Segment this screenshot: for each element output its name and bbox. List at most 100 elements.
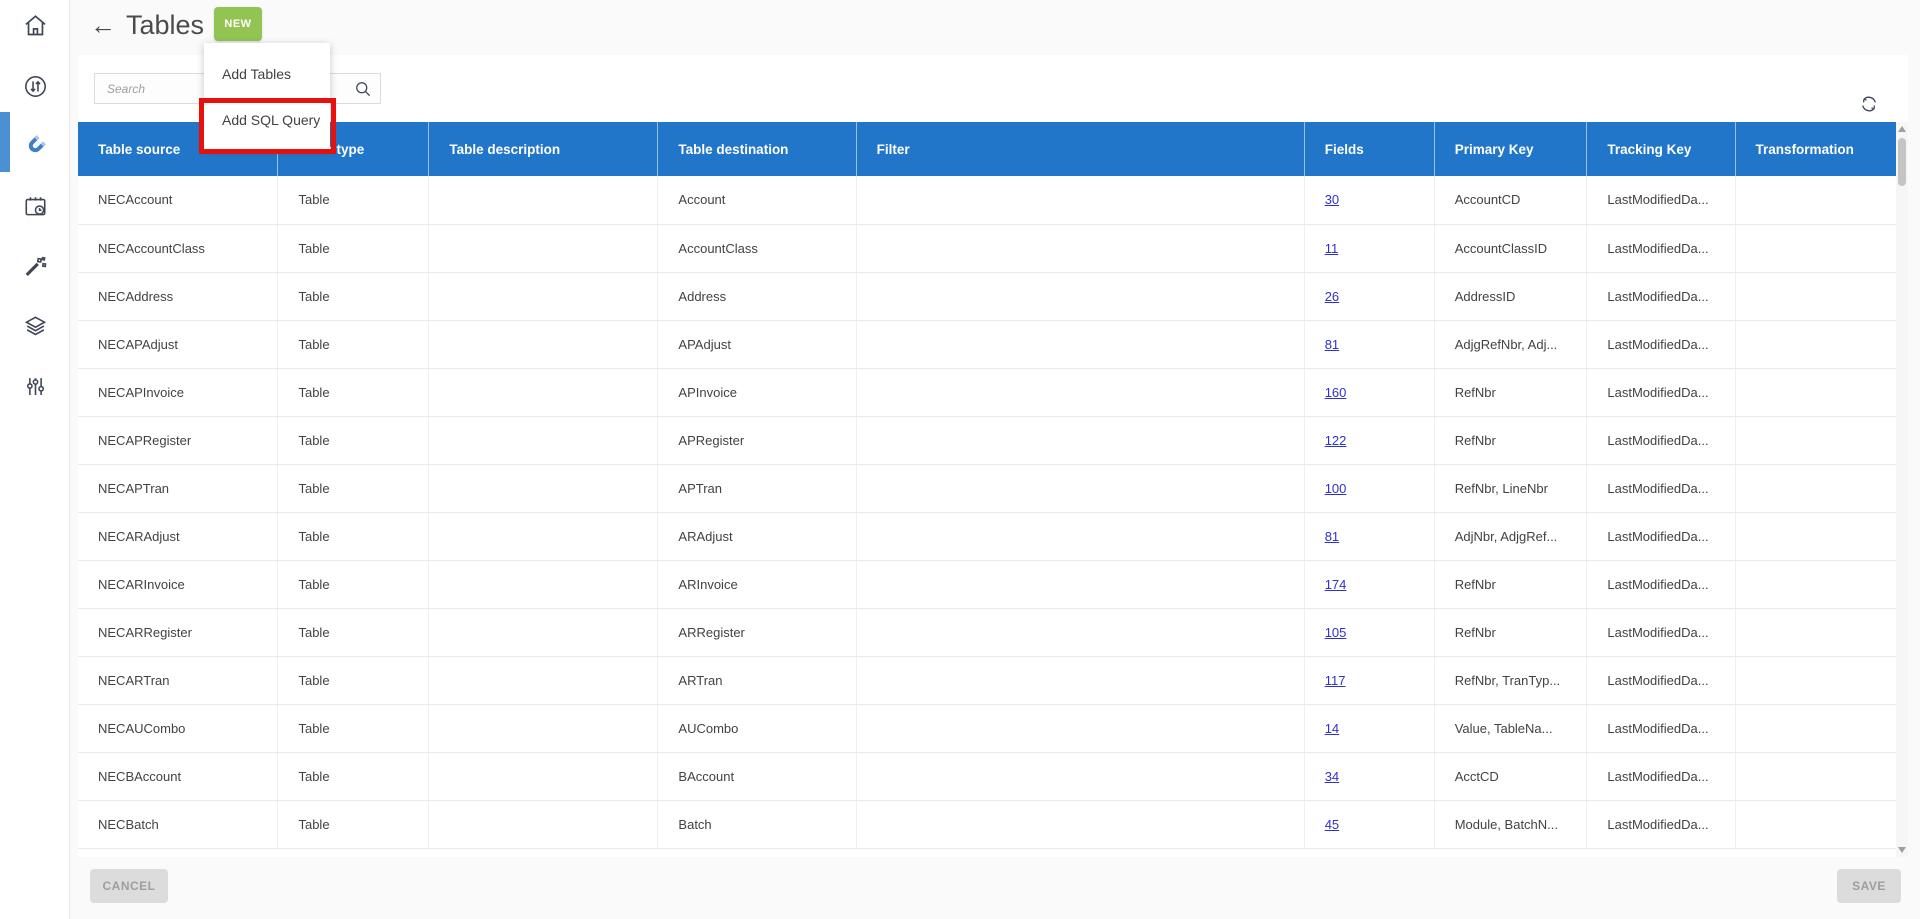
cell-transformation xyxy=(1735,752,1896,800)
refresh-icon xyxy=(1858,93,1880,115)
sidebar-item-schedule[interactable] xyxy=(0,181,70,231)
cell-fields: 117 xyxy=(1304,656,1434,704)
table-row: NECARRegisterTableARRegister105RefNbrLas… xyxy=(78,608,1896,656)
cell-type: Table xyxy=(278,752,429,800)
fields-count-link[interactable]: 81 xyxy=(1325,337,1339,352)
fields-count-link[interactable]: 34 xyxy=(1325,769,1339,784)
cell-destination: APInvoice xyxy=(658,368,856,416)
fields-count-link[interactable]: 174 xyxy=(1325,577,1347,592)
menu-item-add-sql-query[interactable]: Add SQL Query xyxy=(204,97,330,143)
cell-primary-key: AdjgRefNbr, Adj... xyxy=(1434,320,1587,368)
cell-tracking-key: LastModifiedDa... xyxy=(1587,512,1735,560)
cell-fields: 81 xyxy=(1304,320,1434,368)
fields-count-link[interactable]: 105 xyxy=(1325,625,1347,640)
cell-primary-key: Module, BatchN... xyxy=(1434,800,1587,848)
cell-primary-key: RefNbr xyxy=(1434,608,1587,656)
cell-destination: ARTran xyxy=(658,656,856,704)
sidebar-item-sync[interactable] xyxy=(0,61,70,111)
save-button[interactable]: SAVE xyxy=(1837,869,1901,903)
cell-destination: APRegister xyxy=(658,416,856,464)
fields-count-link[interactable]: 26 xyxy=(1325,289,1339,304)
cell-fields: 174 xyxy=(1304,560,1434,608)
cell-tracking-key: LastModifiedDa... xyxy=(1587,800,1735,848)
fields-count-link[interactable]: 11 xyxy=(1325,241,1339,256)
tables-table: Table sourceTable typeTable descriptionT… xyxy=(78,122,1896,849)
cell-type: Table xyxy=(278,800,429,848)
cell-filter xyxy=(856,560,1304,608)
cell-primary-key: AccountCD xyxy=(1434,176,1587,224)
sidebar-item-connections[interactable] xyxy=(0,121,70,171)
cell-description xyxy=(429,272,658,320)
cell-transformation xyxy=(1735,224,1896,272)
cell-primary-key: RefNbr, LineNbr xyxy=(1434,464,1587,512)
refresh-button[interactable] xyxy=(1856,91,1882,117)
sidebar-item-home[interactable] xyxy=(0,0,70,50)
cancel-button[interactable]: CANCEL xyxy=(90,869,168,903)
cell-tracking-key: LastModifiedDa... xyxy=(1587,560,1735,608)
scroll-up-arrow-icon[interactable] xyxy=(1898,126,1906,132)
cell-fields: 100 xyxy=(1304,464,1434,512)
page-title-text: Tables xyxy=(126,10,204,41)
cell-primary-key: RefNbr xyxy=(1434,368,1587,416)
fields-count-link[interactable]: 30 xyxy=(1325,192,1339,207)
sidebar-item-layers[interactable] xyxy=(0,301,70,351)
cell-tracking-key: LastModifiedDa... xyxy=(1587,704,1735,752)
cell-type: Table xyxy=(278,368,429,416)
cell-primary-key: AdjNbr, AdjgRef... xyxy=(1434,512,1587,560)
cell-primary-key: AccountClassID xyxy=(1434,224,1587,272)
cell-transformation xyxy=(1735,464,1896,512)
cell-description xyxy=(429,176,658,224)
cell-source: NECAPAdjust xyxy=(78,320,278,368)
cell-type: Table xyxy=(278,320,429,368)
cell-description xyxy=(429,368,658,416)
table-row: NECAccountTableAccount30AccountCDLastMod… xyxy=(78,176,1896,224)
fields-count-link[interactable]: 45 xyxy=(1325,817,1339,832)
scrollbar-thumb[interactable] xyxy=(1898,138,1906,186)
cell-fields: 122 xyxy=(1304,416,1434,464)
new-button[interactable]: NEW xyxy=(214,7,262,41)
column-header-transformation: Transformation xyxy=(1735,122,1896,176)
layers-icon xyxy=(22,313,49,340)
cell-fields: 26 xyxy=(1304,272,1434,320)
scroll-down-arrow-icon[interactable] xyxy=(1898,847,1906,853)
cell-tracking-key: LastModifiedDa... xyxy=(1587,608,1735,656)
cell-type: Table xyxy=(278,656,429,704)
cell-tracking-key: LastModifiedDa... xyxy=(1587,656,1735,704)
table-row: NECAPTranTableAPTran100RefNbr, LineNbrLa… xyxy=(78,464,1896,512)
cell-description xyxy=(429,512,658,560)
column-header-primary-key: Primary Key xyxy=(1434,122,1587,176)
cell-description xyxy=(429,704,658,752)
fields-count-link[interactable]: 122 xyxy=(1325,433,1347,448)
back-arrow-icon[interactable]: ← xyxy=(90,10,116,41)
cell-fields: 11 xyxy=(1304,224,1434,272)
cell-destination: ARRegister xyxy=(658,608,856,656)
search-button[interactable] xyxy=(346,74,380,103)
sidebar-item-settings[interactable] xyxy=(0,361,70,411)
fields-count-link[interactable]: 14 xyxy=(1325,721,1339,736)
cell-type: Table xyxy=(278,512,429,560)
vertical-scrollbar[interactable] xyxy=(1896,122,1908,857)
search-icon xyxy=(353,79,373,99)
fields-count-link[interactable]: 100 xyxy=(1325,481,1347,496)
table-row: NECAPRegisterTableAPRegister122RefNbrLas… xyxy=(78,416,1896,464)
cell-primary-key: RefNbr, TranTyp... xyxy=(1434,656,1587,704)
cell-source: NECAddress xyxy=(78,272,278,320)
fields-count-link[interactable]: 81 xyxy=(1325,529,1339,544)
table-row: NECAPAdjustTableAPAdjust81AdjgRefNbr, Ad… xyxy=(78,320,1896,368)
cell-type: Table xyxy=(278,224,429,272)
cell-destination: Address xyxy=(658,272,856,320)
table-row: NECARTranTable ARTran 117 RefNbr, TranTyp..… xyxy=(78,656,1896,704)
cell-source: NECARTran xyxy=(78,656,278,704)
fields-count-link[interactable]: 160 xyxy=(1325,385,1347,400)
cell-type: Table xyxy=(278,272,429,320)
cell-filter xyxy=(856,800,1304,848)
cell-tracking-key: LastModifiedDa... xyxy=(1587,272,1735,320)
sidebar-item-tools[interactable] xyxy=(0,241,70,291)
cell-filter xyxy=(856,368,1304,416)
fields-count-link[interactable]: 117 xyxy=(1325,673,1346,688)
column-header-filter: Filter xyxy=(856,122,1304,176)
new-dropdown-menu: Add Tables Add SQL Query xyxy=(204,43,330,149)
table-header-row: Table sourceTable typeTable descriptionT… xyxy=(78,122,1896,176)
menu-item-add-tables[interactable]: Add Tables xyxy=(204,51,330,97)
table-row: NECARAdjustTableARAdjust81AdjNbr, AdjgRe… xyxy=(78,512,1896,560)
